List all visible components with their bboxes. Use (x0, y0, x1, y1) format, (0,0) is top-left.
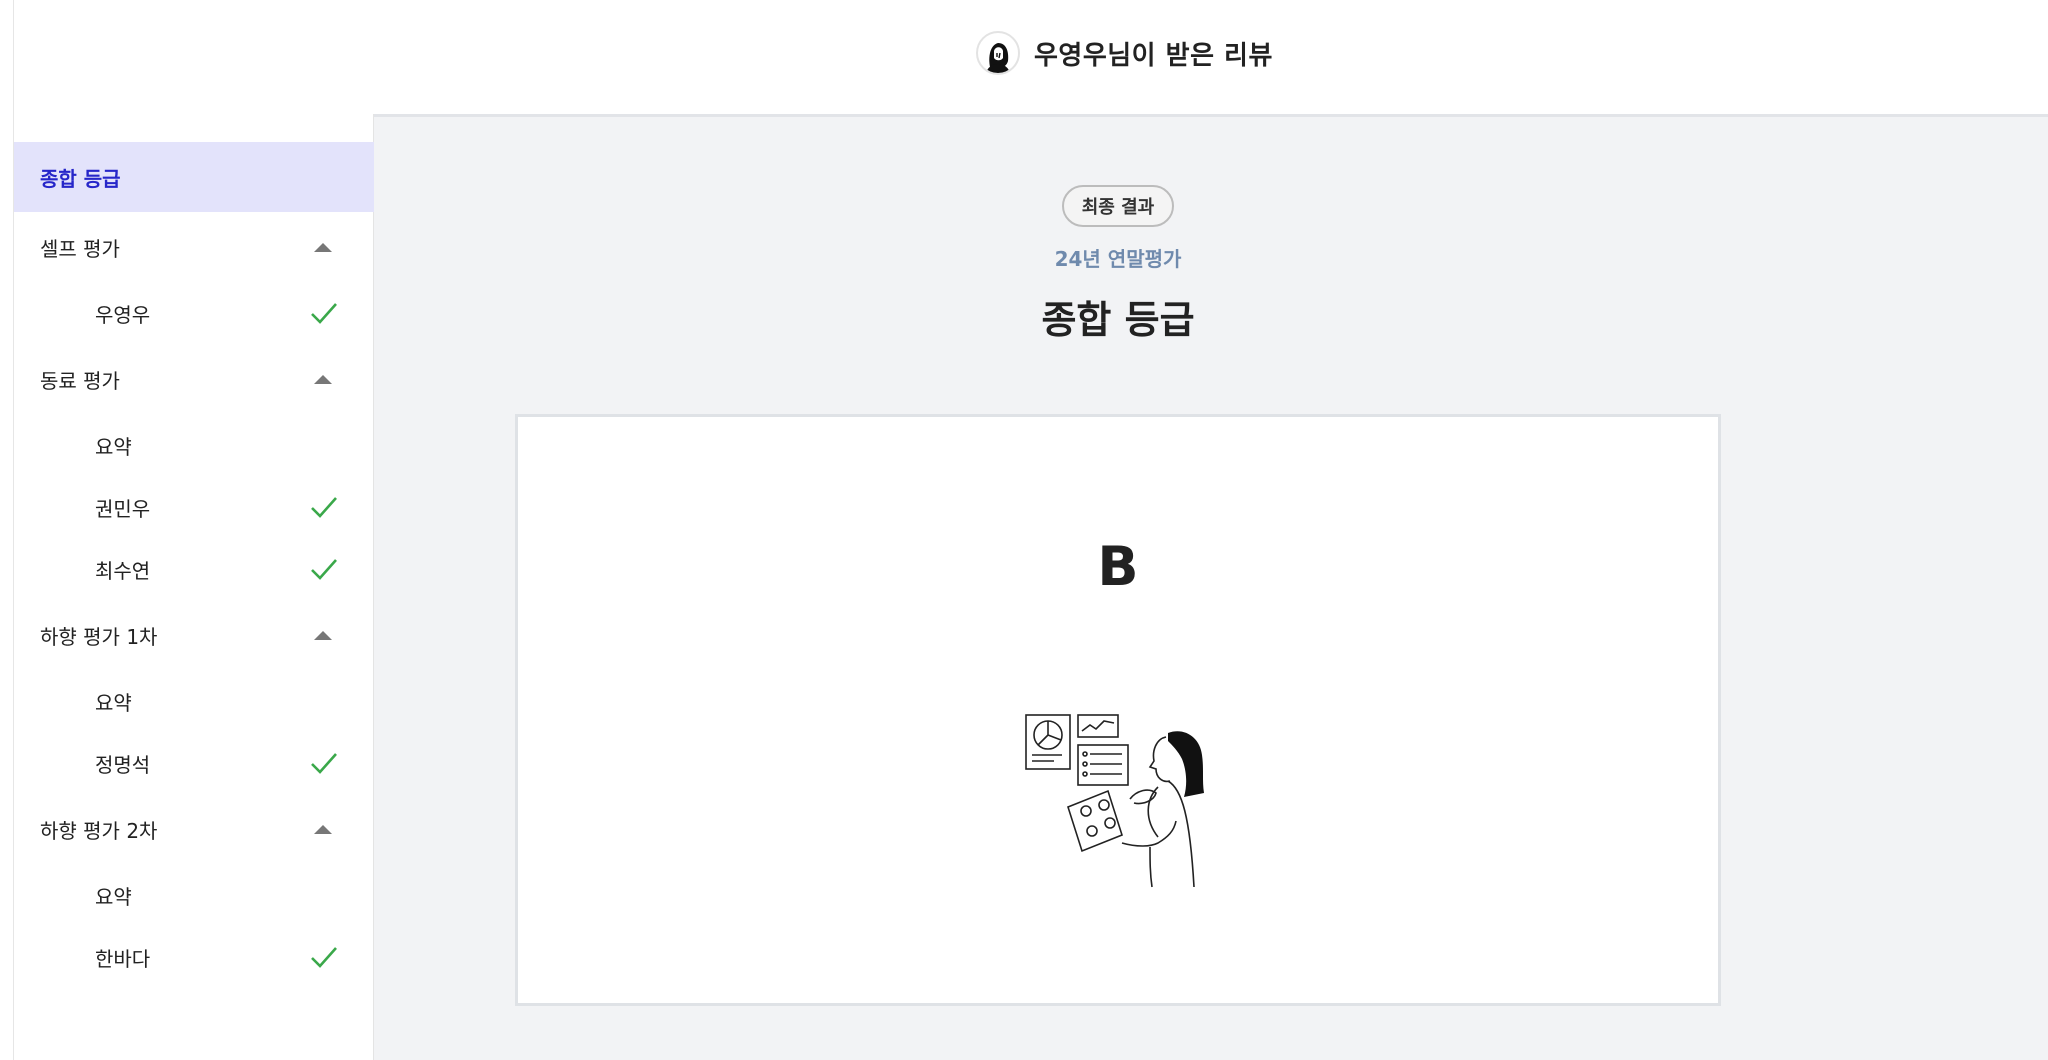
check-icon (311, 559, 337, 580)
sidebar-group-label: 하향 평가 1차 (40, 624, 158, 649)
sidebar-item-label: 한바다 (95, 946, 151, 971)
sidebar-item-label: 요약 (95, 434, 132, 459)
check-icon (311, 947, 337, 968)
sidebar-group-label: 하향 평가 2차 (40, 818, 158, 843)
sidebar-group-downward-review-1[interactable]: 하향 평가 1차 (14, 600, 374, 670)
sidebar-item-label: 요약 (95, 884, 132, 909)
sidebar-item-reviewer[interactable]: 정명석 (14, 732, 374, 794)
status-badge: 최종 결과 (1062, 185, 1174, 227)
check-icon (311, 497, 337, 518)
sidebar-item-overall-grade[interactable]: 종합 등급 (14, 142, 374, 212)
sidebar-item-reviewer[interactable]: 권민우 (14, 476, 374, 538)
header-title-group: 우영우님이 받은 리뷰 (976, 30, 1273, 76)
page-header: 우영우님이 받은 리뷰 (14, 0, 2048, 114)
window-left-edge (0, 0, 14, 1060)
page-subtitle: 24년 연말평가 (1054, 247, 1182, 271)
caret-up-icon[interactable] (314, 374, 332, 384)
grade-card: B (515, 414, 1721, 1006)
sidebar-group-peer-review[interactable]: 동료 평가 (14, 344, 374, 414)
sidebar-item-summary[interactable]: 요약 (14, 864, 374, 926)
check-icon (311, 753, 337, 774)
check-icon (311, 303, 337, 324)
sidebar-item-label: 권민우 (95, 496, 151, 521)
page-title: 종합 등급 (1041, 298, 1195, 342)
caret-up-icon[interactable] (314, 242, 332, 252)
main-content: 최종 결과 24년 연말평가 종합 등급 B (374, 114, 2048, 1060)
sidebar-group-label: 동료 평가 (40, 368, 120, 393)
sidebar-item-label: 최수연 (95, 558, 151, 583)
sidebar-item-label: 요약 (95, 690, 132, 715)
sidebar: 종합 등급 셀프 평가 우영우 동료 평가 요약 권민우 최수연 하향 평가 1… (14, 114, 374, 1060)
caret-up-icon[interactable] (314, 630, 332, 640)
person-analyzing-reports-illustration (1025, 714, 1204, 888)
sidebar-group-downward-review-2[interactable]: 하향 평가 2차 (14, 794, 374, 864)
sidebar-item-summary[interactable]: 요약 (14, 414, 374, 476)
sidebar-item-reviewer[interactable]: 우영우 (14, 282, 374, 344)
user-avatar-icon (976, 31, 1020, 75)
caret-up-icon[interactable] (314, 824, 332, 834)
sidebar-group-self-review[interactable]: 셀프 평가 (14, 212, 374, 282)
grade-value: B (1097, 535, 1139, 598)
sidebar-item-reviewer[interactable]: 최수연 (14, 538, 374, 600)
sidebar-group-label: 셀프 평가 (40, 236, 120, 261)
header-title: 우영우님이 받은 리뷰 (1034, 40, 1273, 71)
sidebar-item-reviewer[interactable]: 한바다 (14, 926, 374, 988)
sidebar-item-label: 우영우 (95, 302, 151, 327)
sidebar-item-label: 정명석 (95, 752, 151, 777)
sidebar-item-label: 종합 등급 (40, 166, 121, 191)
sidebar-item-summary[interactable]: 요약 (14, 670, 374, 732)
